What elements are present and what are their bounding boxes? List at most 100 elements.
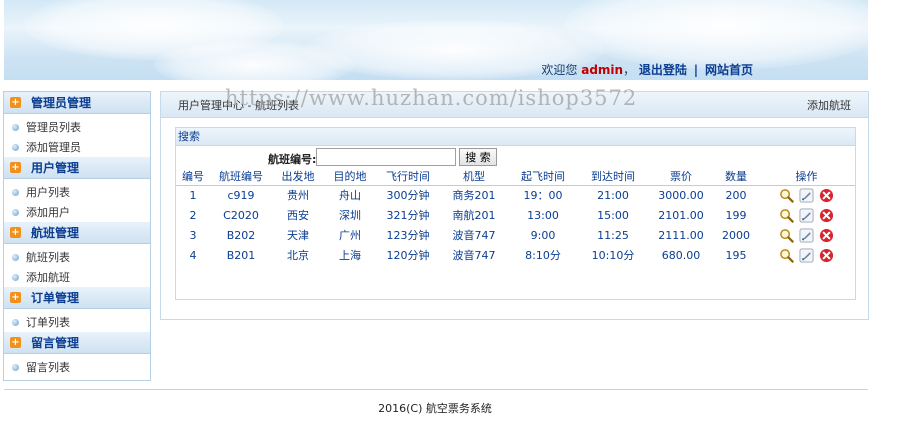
sidebar-item-admin-list[interactable]: 管理员列表	[4, 117, 150, 137]
current-username: admin	[581, 63, 624, 77]
col-header: 出发地	[272, 168, 324, 186]
search-button[interactable]: 搜 索	[459, 148, 497, 166]
sidebar-item-add-admin[interactable]: 添加管理员	[4, 137, 150, 157]
table-cell: 15:00	[597, 208, 629, 222]
expand-icon: +	[10, 292, 21, 303]
sidebar: + 管理员管理 管理员列表 添加管理员 + 用户管理 用户列表 添加用户 + 航班管理…	[3, 91, 151, 381]
delete-icon[interactable]	[819, 208, 834, 223]
col-header: 编号	[176, 168, 210, 186]
table-cell: 西安	[287, 209, 309, 222]
table-cell: 贵州	[287, 189, 309, 203]
col-header: 票价	[648, 168, 714, 186]
table-cell: 200	[725, 188, 747, 202]
table-cell: 300分钟	[386, 189, 430, 203]
table-cell: 3000.00	[658, 188, 704, 202]
sidebar-group-label: 管理员管理	[31, 96, 92, 110]
sidebar-item-add-user[interactable]: 添加用户	[4, 202, 150, 222]
table-cell: 321分钟	[386, 209, 430, 222]
edit-icon[interactable]	[799, 227, 814, 243]
panel-title: 搜索	[176, 128, 855, 146]
sidebar-group-label: 航班管理	[31, 226, 80, 240]
sidebar-item-order-list[interactable]: 订单列表	[4, 312, 150, 332]
flight-number-search-input[interactable]	[316, 148, 456, 166]
sidebar-item-message-list[interactable]: 留言列表	[4, 357, 150, 377]
bullet-icon	[12, 123, 19, 131]
table-cell: 4	[189, 248, 197, 262]
sidebar-group-admin[interactable]: + 管理员管理	[4, 92, 150, 114]
edit-icon[interactable]	[799, 188, 814, 203]
col-header: 到达时间	[578, 168, 648, 186]
bullet-icon	[12, 208, 19, 216]
table-cell: 195	[725, 248, 747, 262]
sidebar-item-label: 留言列表	[26, 361, 70, 374]
table-cell: 3	[189, 228, 197, 242]
col-header: 操作	[758, 168, 855, 186]
sidebar-item-label: 添加航班	[26, 271, 70, 284]
logout-link[interactable]: 退出登陆	[639, 63, 687, 77]
sidebar-group-label: 留言管理	[31, 336, 80, 350]
table-cell: B202	[226, 228, 256, 242]
col-header: 机型	[440, 168, 508, 186]
bullet-icon	[12, 318, 19, 326]
row-actions	[758, 185, 855, 205]
delete-icon[interactable]	[819, 248, 834, 263]
view-icon[interactable]	[779, 228, 794, 243]
table-cell: 2111.00	[658, 228, 704, 242]
sidebar-item-user-list[interactable]: 用户列表	[4, 182, 150, 202]
table-cell: 11:25	[597, 228, 629, 242]
sidebar-group-users[interactable]: + 用户管理	[4, 157, 150, 179]
table-row: 2 C2020 西安 深圳 321分钟 南航201 13:00 15:00 2101.00 199	[176, 205, 855, 225]
delete-icon[interactable]	[819, 228, 834, 243]
sidebar-group-messages[interactable]: + 留言管理	[4, 332, 150, 354]
table-cell: 上海	[339, 249, 361, 262]
table-cell: 120分钟	[386, 249, 430, 262]
table-cell: 天津	[287, 229, 309, 242]
sidebar-item-label: 管理员列表	[26, 121, 81, 134]
footer-copyright: 2016(C) 航空票务系统	[378, 402, 492, 415]
bullet-icon	[12, 143, 19, 151]
table-cell: c919	[227, 188, 255, 202]
table-row: 1 c919 贵州 舟山 300分钟 商务201 19：00 21:00 3000.00 200	[176, 185, 855, 205]
row-actions	[758, 225, 855, 245]
col-header: 数量	[714, 168, 758, 186]
table-header-row: 编号 航班编号 出发地 目的地 飞行时间 机型 起飞时间 到达时间 票价 数量 …	[176, 168, 855, 186]
edit-icon[interactable]	[799, 207, 814, 223]
row-actions	[758, 205, 855, 225]
sidebar-item-label: 添加用户	[26, 206, 70, 219]
footer-divider	[4, 389, 868, 390]
sidebar-item-label: 航班列表	[26, 251, 70, 264]
delete-icon[interactable]	[819, 188, 834, 203]
header-banner: 欢迎您 admin， 退出登陆 | 网站首页	[4, 0, 868, 80]
table-cell: 波音747	[452, 229, 496, 242]
sidebar-item-label: 添加管理员	[26, 141, 81, 154]
view-icon[interactable]	[779, 188, 794, 203]
site-home-link[interactable]: 网站首页	[705, 63, 753, 77]
expand-icon: +	[10, 337, 21, 348]
table-cell: 2	[189, 208, 197, 222]
sidebar-group-orders[interactable]: + 订单管理	[4, 287, 150, 309]
table-cell: 舟山	[339, 189, 361, 203]
sidebar-item-label: 用户列表	[26, 186, 70, 199]
sidebar-group-flights[interactable]: + 航班管理	[4, 222, 150, 244]
bullet-icon	[12, 273, 19, 281]
edit-icon[interactable]	[799, 247, 814, 263]
col-header: 飞行时间	[376, 168, 440, 186]
table-cell: 13:00	[527, 208, 559, 222]
view-icon[interactable]	[779, 248, 794, 263]
bullet-icon	[12, 188, 19, 196]
table-cell: 680.00	[661, 248, 701, 262]
sidebar-item-label: 订单列表	[26, 316, 70, 329]
flight-table: 编号 航班编号 出发地 目的地 飞行时间 机型 起飞时间 到达时间 票价 数量 …	[176, 168, 855, 265]
table-cell: B201	[226, 248, 256, 262]
add-flight-link[interactable]: 添加航班	[807, 97, 851, 113]
expand-icon: +	[10, 97, 21, 108]
sidebar-item-add-flight[interactable]: 添加航班	[4, 267, 150, 287]
bullet-icon	[12, 253, 19, 261]
sidebar-item-flight-list[interactable]: 航班列表	[4, 247, 150, 267]
table-cell: 波音747	[452, 249, 496, 262]
header-separator: |	[693, 63, 699, 77]
col-header: 目的地	[324, 168, 376, 186]
main-content: 用户管理中心 - 航班列表 添加航班 搜索 航班编号: 搜 索 编号 航班编号 …	[160, 91, 869, 320]
view-icon[interactable]	[779, 208, 794, 223]
search-row: 航班编号: 搜 索	[176, 146, 855, 168]
